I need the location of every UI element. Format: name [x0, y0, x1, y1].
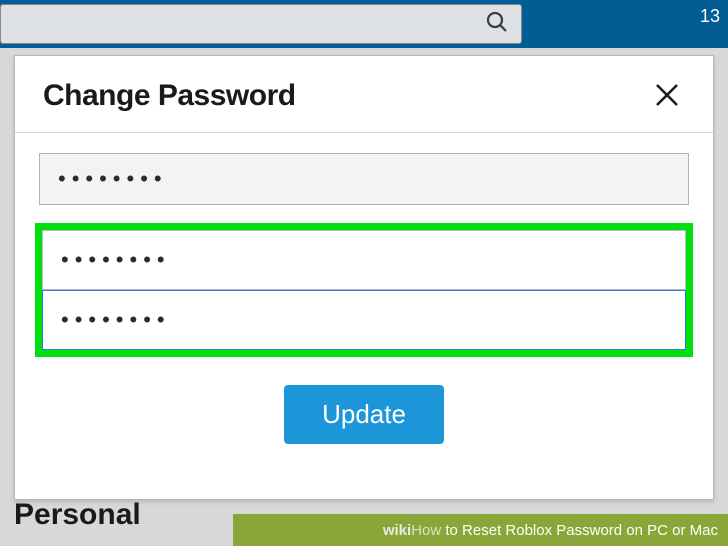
watermark-brand-prefix: wiki: [383, 522, 411, 539]
modal-body: Update: [15, 133, 713, 444]
update-button[interactable]: Update: [284, 385, 444, 444]
confirm-password-input[interactable]: [42, 290, 686, 350]
modal-header: Change Password: [15, 56, 713, 133]
change-password-modal: Change Password Update: [14, 55, 714, 500]
search-icon: [485, 10, 509, 39]
close-icon: [653, 81, 681, 112]
close-button[interactable]: [649, 78, 685, 114]
new-password-highlight-group: [35, 223, 693, 357]
watermark-article: to Reset Roblox Password on PC or Mac: [441, 522, 718, 539]
button-row: Update: [39, 385, 689, 444]
current-password-input[interactable]: [39, 153, 689, 205]
modal-title: Change Password: [43, 79, 296, 113]
watermark-brand-suffix: How: [411, 522, 441, 539]
watermark-bar: wikiHow to Reset Roblox Password on PC o…: [0, 514, 728, 546]
new-password-input[interactable]: [42, 230, 686, 290]
app-top-bar: 13: [0, 0, 728, 48]
clock-text: 13: [700, 6, 720, 27]
watermark-text: wikiHow to Reset Roblox Password on PC o…: [383, 522, 718, 539]
search-box[interactable]: [0, 4, 522, 44]
